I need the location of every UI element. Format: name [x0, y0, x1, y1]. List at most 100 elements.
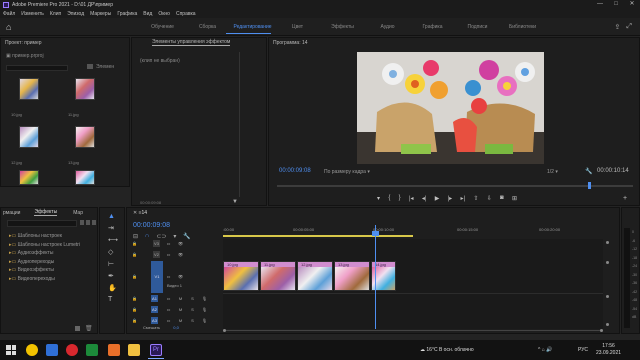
add-marker-icon[interactable]: ▾: [377, 195, 380, 204]
zoom-fit-select[interactable]: По размеру кадра ▾: [324, 169, 370, 175]
timeline-playhead-handle[interactable]: [372, 231, 379, 236]
lock-icon[interactable]: 🔒: [131, 251, 138, 258]
workspace-tab-editing[interactable]: Редактирование: [230, 24, 275, 30]
razor-tool-icon[interactable]: ◇: [108, 248, 118, 256]
sync-lock-icon[interactable]: ▭: [165, 317, 172, 324]
work-area-bar[interactable]: [223, 235, 413, 237]
effects-item-audio-transitions[interactable]: ▸▭ Аудиопереходы: [9, 258, 80, 267]
workspace-tab-assembly[interactable]: Сборка: [185, 24, 230, 30]
notifications-icon[interactable]: [632, 345, 637, 355]
go-to-out-icon[interactable]: ▸|: [460, 195, 465, 204]
effects-item-video-effects[interactable]: ▸▭ Видеоэффекты: [9, 266, 80, 275]
trash-icon[interactable]: 🗑: [85, 325, 93, 332]
hand-tool-icon[interactable]: ✋: [108, 284, 118, 292]
workspace-tab-graphics[interactable]: Графика: [410, 24, 455, 30]
language-indicator[interactable]: РУС: [578, 347, 588, 353]
scroll-handle-bottom[interactable]: [606, 261, 609, 264]
lock-icon[interactable]: 🔒: [131, 306, 138, 313]
extract-icon[interactable]: ⇩: [487, 195, 492, 204]
track-a1-label[interactable]: A1: [151, 295, 158, 302]
audio-scroll-handle-bottom[interactable]: [606, 323, 609, 326]
volume-icon[interactable]: 🔊: [546, 347, 552, 353]
yuv-effects-icon[interactable]: [92, 220, 96, 225]
new-bin-icon[interactable]: [87, 64, 93, 69]
thumbnail-13[interactable]: [75, 126, 95, 148]
program-scrub-bar[interactable]: [277, 185, 633, 187]
minimize-button[interactable]: —: [592, 0, 608, 9]
mute-button[interactable]: M: [177, 306, 184, 313]
workspace-tab-color[interactable]: Цвет: [275, 24, 320, 30]
play-icon[interactable]: ▶: [435, 195, 440, 204]
microphone-icon[interactable]: 🎙: [201, 306, 208, 313]
lock-icon[interactable]: 🔒: [131, 273, 138, 280]
lock-icon[interactable]: 🔒: [131, 317, 138, 324]
eye-icon[interactable]: 👁: [177, 251, 184, 258]
effects-item-audio-effects[interactable]: ▸▭ Аудиоэффекты: [9, 249, 80, 258]
project-panel-tab[interactable]: Проект: пример: [1, 38, 129, 47]
workspace-tab-learning[interactable]: Обучение: [140, 24, 185, 30]
sync-lock-icon[interactable]: ▭: [165, 273, 172, 280]
thumbnail-12[interactable]: [19, 126, 39, 148]
slip-tool-icon[interactable]: ⊢: [108, 260, 118, 268]
menu-edit[interactable]: Изменить: [21, 11, 44, 17]
menu-clip[interactable]: Клип: [50, 11, 61, 17]
mark-in-icon[interactable]: {: [388, 195, 390, 204]
mix-value[interactable]: 0,0: [173, 325, 179, 330]
track-a2-label[interactable]: A2: [151, 306, 158, 313]
type-tool-icon[interactable]: T: [108, 296, 118, 303]
menu-window[interactable]: Окно: [158, 11, 170, 17]
filter-icon[interactable]: ▼: [232, 199, 238, 205]
weather-widget[interactable]: ☁ 16°C В осн. облачно: [420, 347, 474, 353]
thumbnail-14[interactable]: [19, 170, 39, 185]
yandex-browser-icon[interactable]: [26, 344, 38, 356]
thumbnail-11[interactable]: [75, 78, 95, 100]
selection-tool-icon[interactable]: ▲: [108, 213, 118, 220]
export-frame-icon[interactable]: ◙: [500, 195, 504, 204]
eye-icon[interactable]: 👁: [177, 273, 184, 280]
timeline-playhead[interactable]: [375, 225, 376, 329]
project-search-input[interactable]: [6, 65, 68, 71]
timeline-clip-12[interactable]: 12.jpg: [297, 261, 333, 291]
ripple-edit-tool-icon[interactable]: ⟷: [108, 236, 118, 244]
opera-icon[interactable]: [66, 344, 78, 356]
clock[interactable]: 17:56 23.09.2021: [596, 343, 621, 357]
program-timecode[interactable]: 00:00:09:08: [279, 168, 311, 174]
new-bin-icon[interactable]: [75, 326, 80, 331]
fullscreen-icon[interactable]: ⤢: [626, 23, 632, 31]
app-orange-icon[interactable]: [108, 344, 120, 356]
playback-resolution-select[interactable]: 1/2 ▾: [547, 169, 558, 175]
effects-search-input[interactable]: [7, 220, 77, 227]
step-back-icon[interactable]: ◂|: [422, 195, 427, 204]
timeline-timecode[interactable]: 00:00:09:08: [133, 222, 170, 229]
mute-button[interactable]: M: [177, 317, 184, 324]
track-select-tool-icon[interactable]: ⇥: [108, 224, 118, 232]
file-explorer-icon[interactable]: [128, 344, 140, 356]
timeline-horizontal-scrollbar[interactable]: [223, 329, 603, 333]
wrench-icon[interactable]: 🔧: [585, 168, 592, 175]
step-forward-icon[interactable]: |▸: [448, 195, 453, 204]
close-button[interactable]: ✕: [624, 0, 640, 9]
sync-lock-icon[interactable]: ▭: [165, 295, 172, 302]
lock-icon[interactable]: 🔒: [131, 295, 138, 302]
microphone-icon[interactable]: 🎙: [201, 295, 208, 302]
menu-help[interactable]: Справка: [176, 11, 196, 17]
close-icon[interactable]: ✕ ≡: [133, 210, 142, 216]
workspace-tab-effects[interactable]: Эффекты: [320, 24, 365, 30]
program-monitor-tab[interactable]: Программа: 14: [269, 38, 639, 47]
maximize-button[interactable]: □: [608, 0, 624, 9]
sync-lock-icon[interactable]: ▭: [165, 240, 172, 247]
program-playhead[interactable]: [588, 182, 591, 189]
tab-markers[interactable]: Мар: [73, 210, 83, 216]
lock-icon[interactable]: 🔒: [131, 240, 138, 247]
workspace-tab-captions[interactable]: Подписи: [455, 24, 500, 30]
solo-button[interactable]: S: [189, 317, 196, 324]
add-button-icon[interactable]: +: [623, 195, 627, 202]
premiere-taskbar-icon[interactable]: Pr: [150, 344, 162, 356]
workspace-tab-audio[interactable]: Аудио: [365, 24, 410, 30]
microphone-icon[interactable]: 🎙: [201, 317, 208, 324]
menu-markers[interactable]: Маркеры: [90, 11, 111, 17]
effect-controls-tab[interactable]: Элементы управления эффектом: [132, 38, 266, 47]
solo-button[interactable]: S: [189, 306, 196, 313]
32bit-effects-icon[interactable]: [86, 220, 90, 225]
menu-graphics[interactable]: Графика: [117, 11, 137, 17]
